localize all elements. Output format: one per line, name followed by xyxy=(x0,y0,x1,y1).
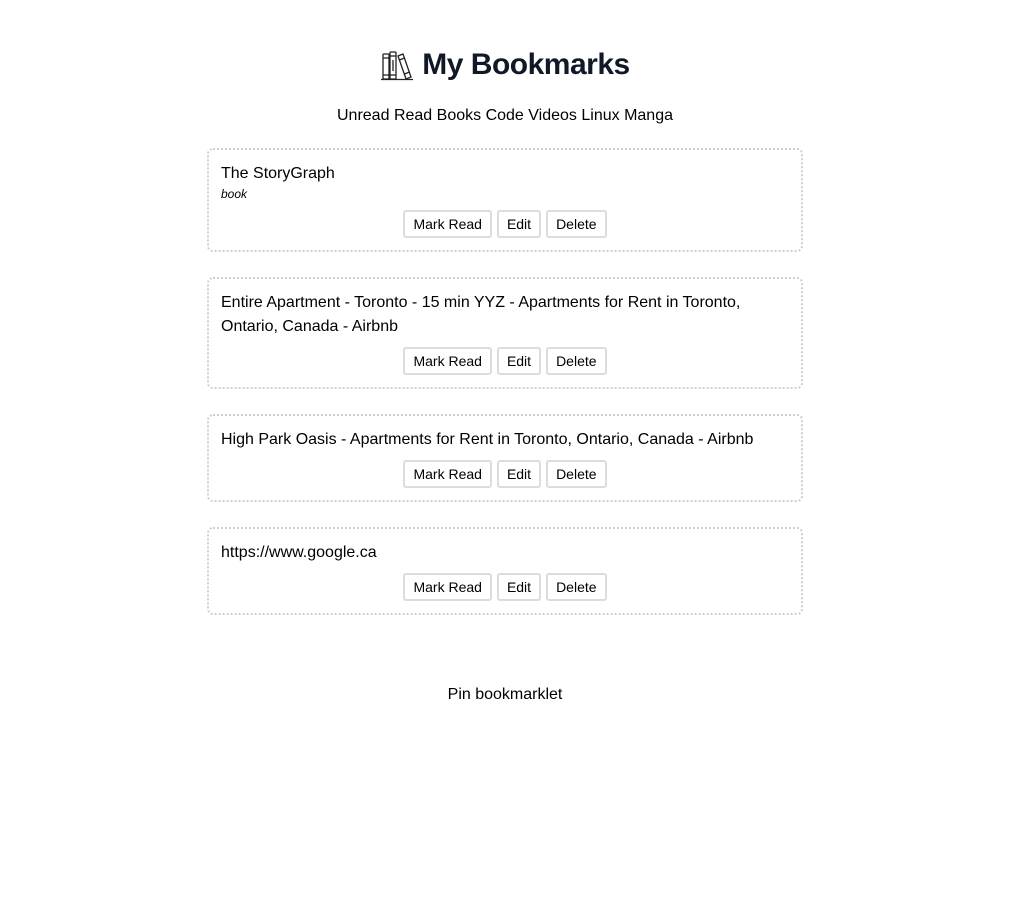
bookmark-card: The StoryGraph book Mark Read Edit Delet… xyxy=(207,148,803,252)
mark-read-button[interactable]: Mark Read xyxy=(403,460,492,488)
delete-button[interactable]: Delete xyxy=(546,210,607,238)
nav-item-linux[interactable]: Linux xyxy=(581,107,619,124)
books-icon xyxy=(380,48,414,82)
nav-item-manga[interactable]: Manga xyxy=(624,107,673,124)
edit-button[interactable]: Edit xyxy=(496,210,542,238)
bookmark-card: Entire Apartment - Toronto - 15 min YYZ … xyxy=(207,277,803,389)
nav-item-unread[interactable]: Unread xyxy=(337,107,389,124)
mark-read-button[interactable]: Mark Read xyxy=(403,573,492,601)
bookmark-title[interactable]: The StoryGraph xyxy=(221,162,789,186)
delete-button[interactable]: Delete xyxy=(546,347,607,375)
bookmark-actions: Mark Read Edit Delete xyxy=(221,210,789,238)
edit-button[interactable]: Edit xyxy=(496,460,542,488)
delete-button[interactable]: Delete xyxy=(546,573,607,601)
page-header: My Bookmarks xyxy=(0,48,1010,82)
bookmark-actions: Mark Read Edit Delete xyxy=(221,573,789,601)
bookmark-title[interactable]: Entire Apartment - Toronto - 15 min YYZ … xyxy=(221,291,789,339)
edit-button[interactable]: Edit xyxy=(496,573,542,601)
pin-bookmarklet-link[interactable]: Pin bookmarklet xyxy=(448,686,563,703)
page-footer: Pin bookmarklet xyxy=(0,686,1010,704)
delete-button[interactable]: Delete xyxy=(546,460,607,488)
bookmark-card: https://www.google.ca Mark Read Edit Del… xyxy=(207,527,803,615)
mark-read-button[interactable]: Mark Read xyxy=(403,347,492,375)
edit-button[interactable]: Edit xyxy=(496,347,542,375)
bookmark-actions: Mark Read Edit Delete xyxy=(221,347,789,375)
bookmark-list: The StoryGraph book Mark Read Edit Delet… xyxy=(207,148,803,640)
nav-item-videos[interactable]: Videos xyxy=(528,107,577,124)
mark-read-button[interactable]: Mark Read xyxy=(403,210,492,238)
bookmark-card: High Park Oasis - Apartments for Rent in… xyxy=(207,414,803,502)
nav-item-books[interactable]: Books xyxy=(437,107,481,124)
category-nav: Unread Read Books Code Videos Linux Mang… xyxy=(0,106,1010,126)
bookmark-tag: book xyxy=(221,187,248,201)
bookmark-title[interactable]: High Park Oasis - Apartments for Rent in… xyxy=(221,428,789,452)
bookmark-title[interactable]: https://www.google.ca xyxy=(221,541,789,565)
nav-item-read[interactable]: Read xyxy=(394,107,432,124)
page-title: My Bookmarks xyxy=(422,48,630,81)
bookmark-actions: Mark Read Edit Delete xyxy=(221,460,789,488)
nav-item-code[interactable]: Code xyxy=(486,107,524,124)
